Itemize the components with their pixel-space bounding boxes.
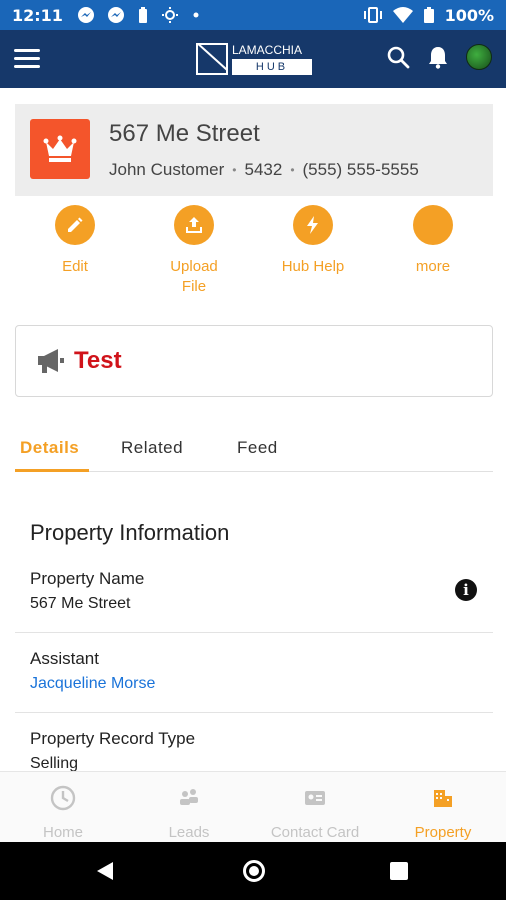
more-icon	[413, 205, 453, 245]
wifi-icon	[392, 7, 413, 23]
record-code: 5432	[244, 160, 283, 179]
system-nav-bar	[0, 842, 506, 900]
record-title: 567 Me Street	[109, 120, 260, 147]
separator-dot: •	[290, 163, 295, 177]
search-icon[interactable]	[386, 45, 410, 69]
hub-help-button[interactable]: Hub Help	[263, 205, 363, 277]
messenger-icon	[77, 7, 94, 23]
hub-help-label: Hub Help	[281, 258, 345, 275]
nav-contact-card[interactable]: Contact Card	[252, 784, 378, 841]
battery-saver-icon	[138, 7, 147, 23]
app-logo: LAMACCHIA HUB	[196, 43, 314, 77]
recents-icon[interactable]	[390, 862, 408, 880]
vibrate-icon	[363, 7, 382, 23]
nav-property[interactable]: Property	[380, 784, 506, 841]
messenger-icon	[107, 7, 124, 23]
lightning-icon	[293, 205, 333, 245]
status-bar: 12:11 100%	[0, 0, 506, 30]
nav-leads-label: Leads	[168, 824, 210, 841]
separator-dot: •	[232, 163, 237, 177]
battery-level: 100%	[444, 5, 494, 25]
avatar[interactable]	[466, 44, 492, 70]
announcement-card[interactable]: Test	[15, 325, 493, 397]
announcement-text: Test	[74, 347, 122, 374]
nav-property-label: Property	[414, 824, 472, 841]
tab-details[interactable]: Details	[15, 430, 89, 472]
more-label: more	[415, 258, 451, 275]
record-header: 567 Me Street John Customer • 5432 • (55…	[15, 104, 493, 196]
action-bar: Edit Upload File Hub Help more	[15, 205, 493, 300]
field-value: 567 Me Street	[30, 595, 131, 612]
sun-icon	[161, 7, 178, 23]
info-icon[interactable]: i	[455, 579, 477, 601]
megaphone-icon	[38, 349, 64, 373]
battery-icon	[423, 7, 434, 23]
nav-contact-card-label: Contact Card	[270, 824, 360, 841]
field-label: Property Name	[30, 569, 145, 588]
field-property-name: Property Name 567 Me Street i	[15, 569, 493, 633]
field-label: Assistant	[30, 649, 99, 668]
bell-icon[interactable]	[426, 45, 450, 69]
logo-mark-icon	[196, 43, 228, 75]
edit-button[interactable]: Edit	[25, 205, 125, 277]
upload-icon	[174, 205, 214, 245]
tab-related[interactable]: Related	[121, 430, 183, 472]
bottom-nav: Home Leads Contact Card Property	[0, 771, 506, 842]
upload-file-button[interactable]: Upload File	[144, 205, 244, 297]
pencil-icon	[55, 205, 95, 245]
leads-icon	[126, 784, 252, 812]
dot-icon	[193, 12, 199, 18]
back-icon[interactable]	[95, 860, 115, 882]
assistant-link[interactable]: Jacqueline Morse	[30, 675, 155, 693]
upload-label-line2: File	[181, 278, 207, 295]
record-customer: John Customer	[109, 160, 225, 179]
logo-line1: LAMACCHIA	[232, 43, 303, 57]
nav-leads[interactable]: Leads	[126, 784, 252, 841]
status-time: 12:11	[12, 5, 63, 25]
nav-home[interactable]: Home	[0, 784, 126, 841]
home-icon[interactable]	[243, 860, 265, 882]
app-bar-actions	[386, 44, 492, 70]
app-bar: LAMACCHIA HUB	[0, 30, 506, 88]
field-value: Selling	[30, 755, 79, 771]
edit-label: Edit	[62, 258, 88, 275]
field-label: Property Record Type	[30, 729, 196, 748]
tab-bar: Details Related Feed	[15, 430, 493, 472]
building-icon	[380, 784, 506, 812]
crown-icon	[30, 119, 90, 179]
section-title: Property Information	[30, 520, 230, 545]
upload-label-line1: Upload	[170, 258, 218, 275]
more-button[interactable]: more	[383, 205, 483, 277]
field-record-type: Property Record Type Selling	[15, 729, 493, 771]
upload-file-label: Upload File	[144, 257, 244, 297]
system-icons: 100%	[363, 6, 494, 25]
contact-card-icon	[252, 784, 378, 812]
notification-icons	[77, 6, 201, 24]
menu-icon[interactable]	[14, 49, 40, 69]
record-subtitle: John Customer • 5432 • (555) 555-5555	[109, 160, 419, 180]
nav-home-label: Home	[42, 824, 83, 841]
logo-text: LAMACCHIA HUB	[232, 43, 312, 77]
logo-line2: HUB	[232, 59, 312, 75]
field-assistant: Assistant Jacqueline Morse	[15, 649, 493, 713]
record-phone[interactable]: (555) 555-5555	[303, 160, 419, 180]
clock-icon	[0, 784, 126, 812]
tab-feed[interactable]: Feed	[237, 430, 278, 472]
